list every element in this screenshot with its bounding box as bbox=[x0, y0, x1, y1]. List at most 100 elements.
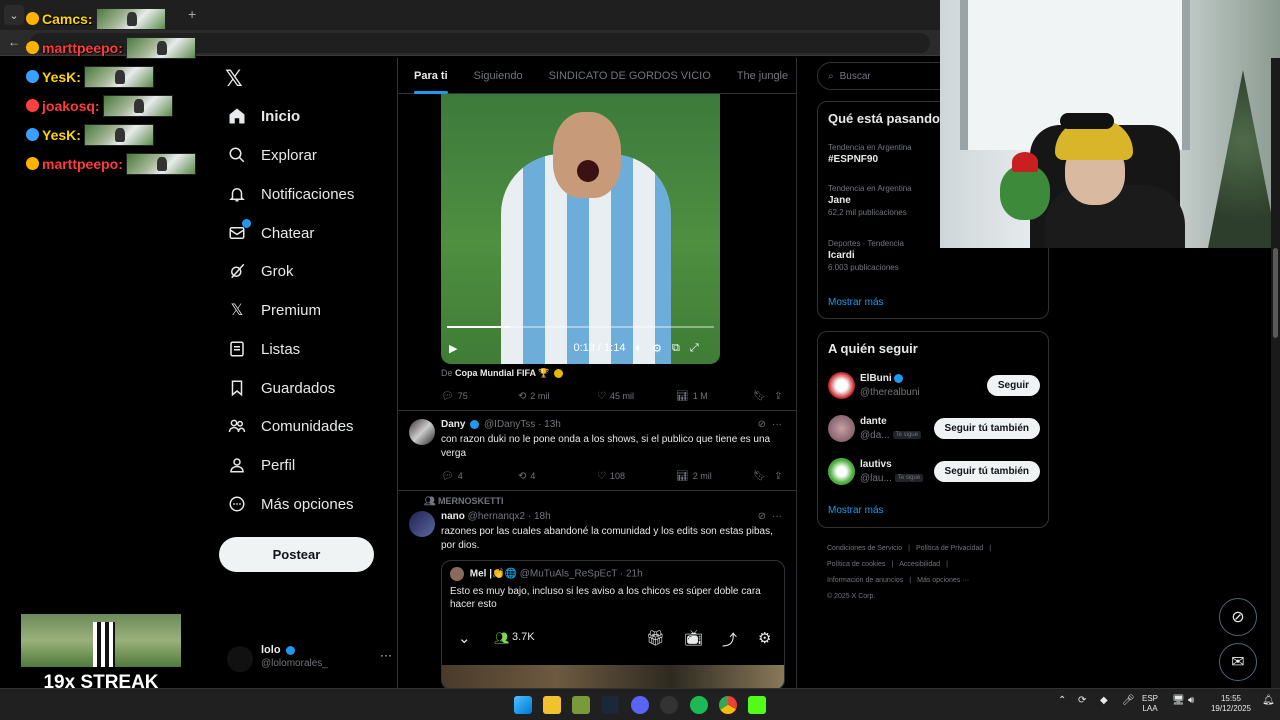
trend-item[interactable]: Tendencia en Argentina #ESPNF90 bbox=[828, 143, 912, 165]
repost-button[interactable]: ⟲ 4 bbox=[518, 471, 535, 482]
obs-icon[interactable] bbox=[660, 696, 678, 714]
more-dots-icon[interactable]: ··· bbox=[772, 419, 782, 430]
author-handle[interactable]: @IDanyTss bbox=[484, 419, 535, 430]
grok-explain-icon[interactable]: ⊘ bbox=[758, 511, 766, 522]
views-button[interactable]: 📊︎ 1 M bbox=[676, 391, 708, 402]
x-logo-icon[interactable]: 𝕏 bbox=[225, 66, 243, 92]
more-dots-icon[interactable]: ··· bbox=[380, 648, 392, 662]
nav-item-profile[interactable]: Perfil bbox=[227, 451, 295, 479]
author-handle[interactable]: @hernanqx2 bbox=[468, 511, 525, 522]
chrome-icon[interactable] bbox=[719, 696, 737, 714]
grok-explain-icon[interactable]: ⊘ bbox=[758, 419, 766, 430]
fullscreen-icon[interactable]: ⤢ bbox=[690, 342, 699, 355]
nav-item-home[interactable]: Inicio bbox=[227, 102, 300, 130]
video-progress-bar[interactable] bbox=[447, 326, 714, 328]
post-button[interactable]: Postear bbox=[219, 537, 374, 572]
quote-tweet[interactable]: Mel |👏🌐 @MuTuAls_ReSpEcT · 21h Esto es m… bbox=[441, 560, 785, 688]
back-arrow-icon[interactable]: ← bbox=[8, 35, 20, 49]
share-button[interactable]: ⇪ bbox=[774, 391, 782, 402]
tweet-time[interactable]: · 13h bbox=[538, 419, 561, 430]
follow-button[interactable]: Seguir bbox=[986, 375, 1040, 396]
file-explorer-icon[interactable] bbox=[543, 696, 561, 714]
clock[interactable]: 15:55 19/12/2025 bbox=[1208, 694, 1254, 714]
footer-link[interactable]: Más opciones ··· bbox=[917, 577, 969, 584]
chevron-down-icon[interactable]: ⌄ bbox=[458, 629, 471, 647]
share-icon[interactable]: ⤴ bbox=[722, 629, 737, 650]
discord-icon[interactable] bbox=[631, 696, 649, 714]
spotify-icon[interactable] bbox=[690, 696, 708, 714]
follow-back-button[interactable]: Seguir tú también bbox=[933, 461, 1040, 482]
author-name[interactable]: Dany bbox=[441, 419, 465, 430]
follow-suggestion[interactable]: ElBuni @therealbuni Seguir bbox=[828, 372, 1040, 402]
like-button[interactable]: ♡ 45 mil bbox=[597, 391, 634, 402]
video-player[interactable]: ▶ 0:18 / 1:14 🔈︎ ⚙ ⧉ ⤢ bbox=[441, 94, 720, 364]
scrollbar-thumb[interactable] bbox=[1273, 248, 1278, 338]
pip-icon[interactable]: ⧉ bbox=[672, 342, 680, 355]
footer-link[interactable]: Política de Privacidad bbox=[916, 545, 983, 552]
follow-suggestion[interactable]: dante @da... Te sigue Seguir tú también bbox=[828, 415, 1040, 445]
tray-network-icon[interactable]: 🖥︎ bbox=[1172, 695, 1185, 706]
nav-item-lists[interactable]: Listas bbox=[227, 335, 300, 363]
play-icon[interactable]: ▶ bbox=[449, 342, 457, 355]
steam-icon[interactable] bbox=[601, 696, 619, 714]
nav-item-chat[interactable]: Chatear bbox=[227, 219, 314, 247]
footer-link[interactable]: Accesibilidad bbox=[899, 561, 940, 568]
tray-chevron-up-icon[interactable]: ⌃ bbox=[1058, 695, 1066, 706]
tab-for-you[interactable]: Para ti bbox=[414, 70, 448, 94]
views-button[interactable]: 📊︎ 2 mil bbox=[676, 471, 712, 482]
embedded-media-thumbnails[interactable] bbox=[442, 665, 784, 688]
follow-back-button[interactable]: Seguir tú también bbox=[933, 418, 1040, 439]
trend-item[interactable]: Tendencia en Argentina Jane 62,2 mil pub… bbox=[828, 184, 912, 217]
tweet-time[interactable]: · 18h bbox=[528, 511, 551, 522]
tab-list-chevron-icon[interactable]: ⌄ bbox=[4, 5, 24, 25]
tray-shield-icon[interactable]: ◆ bbox=[1100, 695, 1108, 706]
nav-item-premium[interactable]: 𝕏 Premium bbox=[227, 296, 321, 324]
follow-suggestion[interactable]: lautivs @lau... Te sigue Seguir tú tambié… bbox=[828, 458, 1040, 488]
kick-icon[interactable] bbox=[748, 696, 766, 714]
page-scrollbar[interactable] bbox=[1271, 58, 1280, 688]
reply-button[interactable]: 💬︎ 4 bbox=[441, 471, 463, 482]
author-name[interactable]: nano bbox=[441, 511, 465, 522]
like-button[interactable]: ♡ 108 bbox=[597, 471, 625, 482]
bookmark-button[interactable]: 🔖︎ bbox=[753, 471, 766, 482]
nav-item-more[interactable]: Más opciones bbox=[227, 490, 354, 518]
more-dots-icon[interactable]: ··· bbox=[772, 511, 782, 522]
footer-link[interactable]: Política de cookies bbox=[827, 561, 885, 568]
footer-link[interactable]: Información de anuncios bbox=[827, 577, 903, 584]
bookmark-button[interactable]: 🔖︎ bbox=[753, 391, 766, 402]
notification-bell-icon[interactable]: 🔔︎ bbox=[1262, 695, 1275, 706]
tray-volume-icon[interactable]: 🔊︎ bbox=[1188, 695, 1194, 706]
video-source[interactable]: De Copa Mundial FIFA 🏆 bbox=[441, 368, 565, 379]
nav-item-notifications[interactable]: Notificaciones bbox=[227, 180, 354, 208]
show-more-link[interactable]: Mostrar más bbox=[828, 505, 884, 516]
input-language[interactable]: ESP LAA bbox=[1142, 694, 1158, 714]
tab-community-jungle[interactable]: The jungle bbox=[737, 70, 788, 82]
avatar[interactable] bbox=[409, 511, 435, 537]
grok-fab-icon[interactable]: ⊘ bbox=[1219, 598, 1257, 636]
footer-link[interactable]: Condiciones de Servicio bbox=[827, 545, 902, 552]
repost-button[interactable]: ⟲ 2 mil bbox=[518, 391, 549, 402]
reply-button[interactable]: 💬︎ 75 bbox=[441, 391, 468, 402]
share-button[interactable]: ⇪ bbox=[774, 471, 782, 482]
tray-sync-icon[interactable]: ⟳ bbox=[1078, 695, 1086, 706]
settings-gear-icon[interactable]: ⚙ bbox=[758, 629, 771, 647]
messages-fab-icon[interactable]: ✉ bbox=[1219, 643, 1257, 681]
volume-icon[interactable]: 🔈︎ bbox=[635, 342, 642, 355]
tab-community-sindicato[interactable]: SINDICATO DE GORDOS VICIO bbox=[549, 70, 711, 82]
gift-icon[interactable]: 🎁︎ bbox=[646, 629, 665, 647]
tray-mic-icon[interactable]: 🎤︎ bbox=[1122, 695, 1135, 706]
nav-item-explore[interactable]: Explorar bbox=[227, 141, 317, 169]
account-switcher[interactable]: lolo @lolomorales_ ··· bbox=[227, 642, 392, 676]
show-more-link[interactable]: Mostrar más bbox=[828, 297, 884, 308]
windows-start-icon[interactable] bbox=[514, 696, 532, 714]
nav-item-bookmarks[interactable]: Guardados bbox=[227, 374, 335, 402]
trend-item[interactable]: Deportes · Tendencia Icardi 6.003 public… bbox=[828, 239, 904, 272]
tweet-article[interactable]: Dany @IDanyTss · 13h ⊘ ··· con razon duk… bbox=[398, 410, 796, 490]
tweet-article[interactable]: 👥︎ MERNOSKETTI nano @hernanqx2 · 18h ⊘ ·… bbox=[398, 490, 796, 688]
avatar[interactable] bbox=[409, 419, 435, 445]
settings-gear-icon[interactable]: ⚙ bbox=[652, 342, 662, 355]
cast-icon[interactable]: 📺︎ bbox=[684, 629, 703, 647]
nav-item-grok[interactable]: Grok bbox=[227, 257, 294, 285]
nav-item-communities[interactable]: Comunidades bbox=[227, 412, 354, 440]
app-icon[interactable] bbox=[572, 696, 590, 714]
